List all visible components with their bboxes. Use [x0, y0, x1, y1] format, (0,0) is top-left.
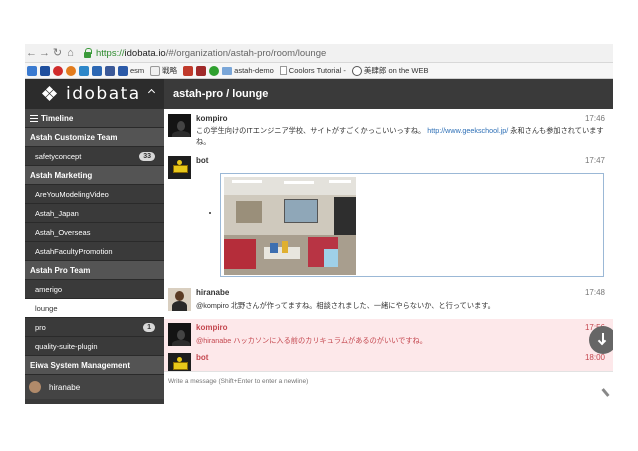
w-icon: [150, 65, 161, 76]
logo-icon: [41, 85, 58, 102]
folder-icon: [222, 66, 233, 75]
screenshot-frame: ← → ↻ ⌂ https:// idobata.io /#/organizat…: [25, 44, 613, 404]
logo-text: idobata: [66, 84, 141, 104]
linkedin-icon[interactable]: [92, 65, 102, 76]
calendar-icon[interactable]: [40, 65, 50, 76]
main-panel: astah-pro / lounge kompiro 17:46 この学生向けの…: [164, 79, 613, 404]
sidebar-room-amerigo[interactable]: amerigo: [25, 280, 164, 299]
message-author[interactable]: hiranabe: [196, 288, 229, 297]
message-body: @hiranabe ハッカソンに入る前のカリキュラムがあるのがいいですね。: [196, 336, 427, 345]
message-body: この学生向けのITエンジニア学校、サイトがすごくかっこいいっすね。 http:/…: [196, 126, 604, 146]
avatar[interactable]: [168, 288, 191, 311]
list-bullet: [209, 212, 211, 214]
pen-icon[interactable]: [601, 388, 610, 397]
message-time: 17:47: [584, 156, 605, 165]
message-time: 17:48: [584, 288, 605, 297]
scroll-to-bottom-button[interactable]: [589, 326, 613, 354]
bookmark-favicon-icon[interactable]: [196, 65, 207, 76]
facebook-icon[interactable]: [105, 65, 115, 76]
current-user[interactable]: hiranabe: [25, 88, 164, 399]
sidebar-org-astah-marketing[interactable]: Astah Marketing: [25, 166, 164, 185]
message-item-highlighted: kompiro 17:56 @hiranabe ハッカソンに入る前のカリキュラム…: [164, 319, 613, 350]
home-icon[interactable]: ⌂: [64, 44, 77, 63]
bookmark-astah-demo[interactable]: astah-demo: [222, 66, 274, 75]
message-author[interactable]: bot: [196, 353, 208, 362]
message-list: kompiro 17:46 この学生向けのITエンジニア学校、サイトがすごくかっ…: [164, 109, 613, 371]
sidebar-org-astah-customize-team[interactable]: Astah Customize Team: [25, 128, 164, 147]
sidebar-room-lounge[interactable]: lounge: [25, 299, 164, 318]
sidebar-room-pro[interactable]: pro 1: [25, 318, 164, 337]
composer: [164, 371, 613, 404]
embedded-photo[interactable]: [224, 177, 356, 275]
message-time: 18:00: [584, 353, 605, 362]
room-title: astah-pro / lounge: [164, 79, 613, 109]
url-field[interactable]: https:// idobata.io /#/organization/asta…: [83, 46, 609, 61]
sidebar: idobata Timeline Astah Customize Team sa…: [25, 79, 164, 404]
list-icon: [30, 114, 38, 122]
unread-badge: 33: [139, 152, 155, 161]
bookmark-favicon-icon[interactable]: [79, 65, 89, 76]
bookmark-web[interactable]: 美肆郎 on the WEB: [351, 65, 429, 76]
sidebar-room-quality-suite-plugin[interactable]: quality-suite-plugin: [25, 337, 164, 356]
message-item: kompiro 17:46 この学生向けのITエンジニア学校、サイトがすごくかっ…: [164, 111, 613, 151]
avatar: [29, 381, 41, 393]
avatar[interactable]: [168, 353, 191, 371]
message-time: 17:46: [584, 114, 605, 123]
sidebar-room-astah-japan[interactable]: Astah_Japan: [25, 204, 164, 223]
forward-icon[interactable]: →: [38, 44, 51, 63]
clock-icon: [351, 65, 362, 76]
bookmark-senryaku[interactable]: 戦略: [150, 65, 177, 76]
zeitgeist-icon: [118, 65, 128, 76]
sidebar-room-safetyconcept[interactable]: safetyconcept 33: [25, 147, 164, 166]
sidebar-org-eiwa-system-management[interactable]: Eiwa System Management: [25, 356, 164, 375]
message-item: hiranabe 17:48 @kompiro 北野さんが作ってますね。相談され…: [164, 285, 613, 319]
sidebar-room-astahfacultypromotion[interactable]: AstahFacultyPromotion: [25, 242, 164, 261]
url-path: /#/organization/astah-pro/room/lounge: [165, 47, 327, 59]
lock-icon: [83, 48, 92, 58]
reload-icon[interactable]: ↻: [51, 44, 64, 63]
message-author[interactable]: kompiro: [196, 114, 228, 123]
avatar[interactable]: [168, 323, 191, 346]
bookmark-esm[interactable]: esm: [118, 65, 144, 76]
avatar[interactable]: [168, 114, 191, 137]
firefox-icon[interactable]: [66, 65, 76, 76]
bookmark-favicon-icon[interactable]: [183, 65, 194, 76]
bookmarks-bar: esm 戦略 astah-demo Coolors Tutorial - 美肆郎…: [25, 63, 613, 79]
avatar[interactable]: [168, 156, 191, 179]
sidebar-org-astah-pro-team[interactable]: Astah Pro Team: [25, 261, 164, 280]
bookmark-favicon-icon[interactable]: [27, 65, 37, 76]
message-link[interactable]: http://www.geekschool.jp/: [427, 126, 508, 135]
url-scheme: https://: [96, 47, 125, 59]
sidebar-room-areyoumodelingvideo[interactable]: AreYouModelingVideo: [25, 185, 164, 204]
bookmark-favicon-icon[interactable]: [209, 65, 220, 76]
message-item-highlighted: bot 18:00: [164, 350, 613, 371]
message-item: bot 17:47: [164, 153, 613, 281]
message-body: @kompiro 北野さんが作ってますね。相談されました、一緒にやらないか、と行…: [196, 301, 495, 310]
bookmark-coolors[interactable]: Coolors Tutorial -: [279, 66, 346, 75]
bookmark-favicon-icon[interactable]: [53, 65, 63, 76]
app-logo[interactable]: idobata: [25, 79, 164, 109]
message-author[interactable]: bot: [196, 156, 208, 165]
sidebar-room-astah-overseas[interactable]: Astah_Overseas: [25, 223, 164, 242]
unread-badge: 1: [143, 323, 155, 332]
page-icon: [279, 66, 287, 75]
sidebar-item-timeline[interactable]: Timeline: [25, 109, 164, 128]
back-icon[interactable]: ←: [25, 44, 38, 63]
message-input[interactable]: [168, 378, 548, 385]
browser-address-bar: ← → ↻ ⌂ https:// idobata.io /#/organizat…: [25, 44, 613, 63]
message-author[interactable]: kompiro: [196, 323, 228, 332]
image-embed[interactable]: [220, 173, 604, 277]
url-host: idobata.io: [124, 47, 166, 59]
